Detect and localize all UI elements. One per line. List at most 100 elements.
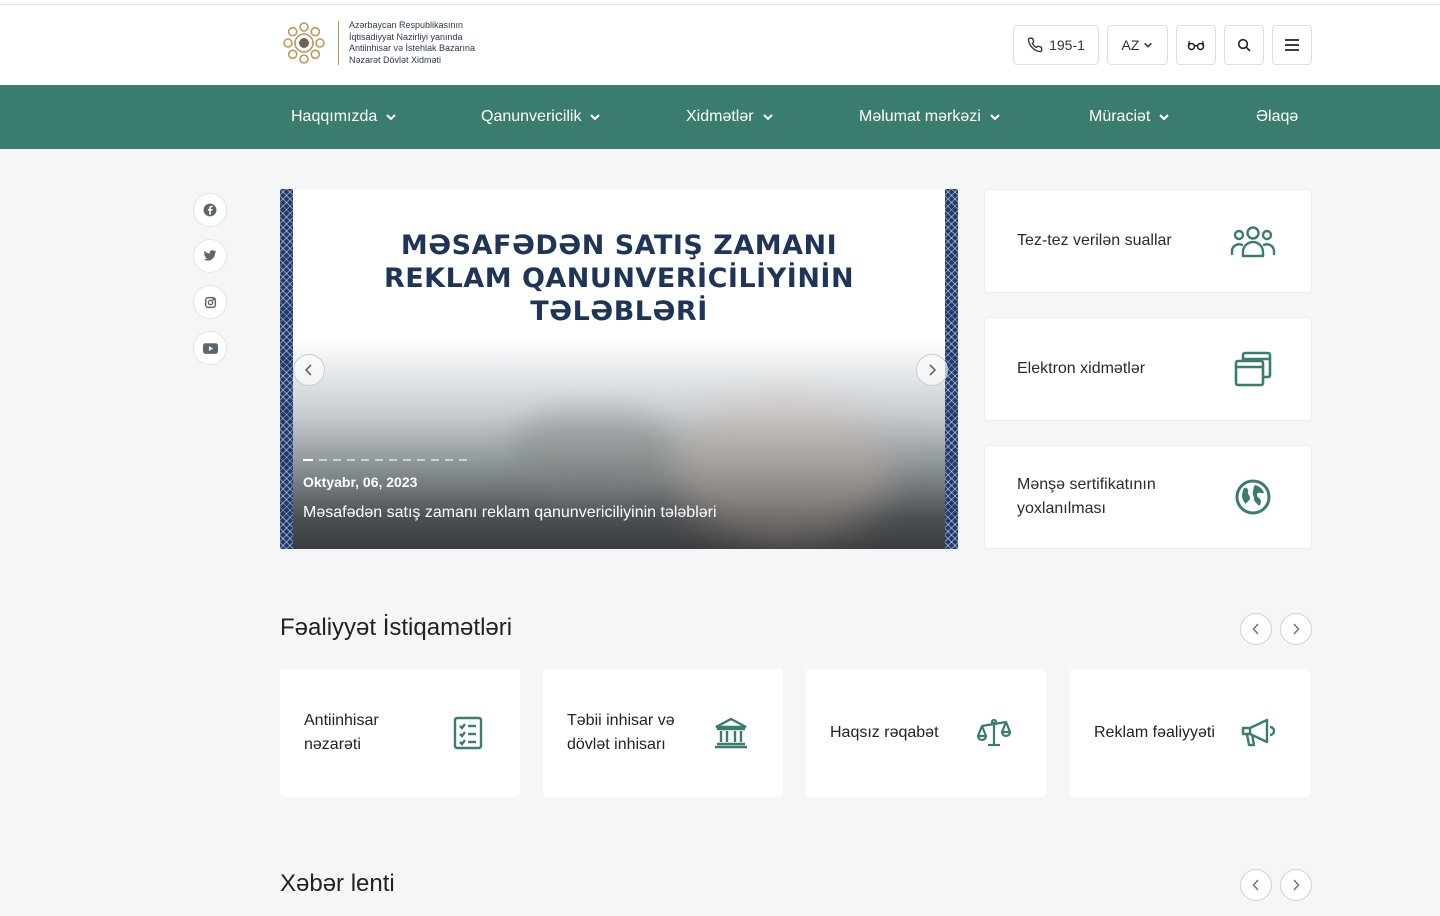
slider-dot[interactable] [403, 459, 411, 461]
chevron-left-icon [304, 364, 312, 376]
quick-link-label: Elektron xidmətlər [1017, 360, 1146, 377]
globe-icon [1235, 479, 1271, 515]
nav-item-label: Müraciət [1089, 108, 1151, 125]
language-code: AZ [1121, 37, 1140, 53]
activities-prev-button[interactable] [1240, 613, 1272, 645]
chevron-right-icon [1293, 879, 1300, 891]
checklist-icon [453, 716, 483, 750]
chevron-down-icon [762, 114, 773, 121]
slider-pagination [303, 459, 467, 461]
slide-title-line: REKLAM QANUNVERİCİLİYİNİN [383, 263, 855, 294]
nav-item-label: Qanunvericilik [481, 108, 582, 125]
activity-card-natural-monopoly[interactable]: Təbii inhisar və dövlət inhisarı [543, 669, 783, 797]
slider-dot[interactable] [347, 459, 355, 461]
slide-caption[interactable]: Məsafədən satış zamanı reklam qanunveric… [303, 504, 717, 522]
news-prev-button[interactable] [1240, 869, 1272, 901]
activity-label: Antiinhisar nəzarəti [304, 712, 379, 753]
hamburger-menu-icon [1285, 39, 1299, 51]
slider-dot[interactable] [303, 459, 313, 461]
chevron-down-icon [1159, 114, 1170, 121]
ornament-border-left [280, 189, 293, 549]
quick-link-certificate-check[interactable]: Mənşə sertifikatının yoxlanılması [984, 445, 1312, 549]
chevron-right-icon [1293, 623, 1300, 635]
slider-dot[interactable] [361, 459, 369, 461]
activity-card-antimonopoly[interactable]: Antiinhisar nəzarəti [280, 669, 520, 797]
chevron-down-icon [590, 114, 601, 121]
chevron-down-icon [386, 114, 396, 121]
nav-item-label: Məlumat mərkəzi [859, 108, 981, 125]
slider-dot[interactable] [417, 459, 425, 461]
hotline-button[interactable]: 195-1 [1013, 25, 1099, 65]
nav-item-label: Əlaqə [1256, 108, 1299, 125]
nav-item-muraciet[interactable]: Müraciət [1089, 85, 1170, 149]
facebook-link[interactable] [193, 193, 227, 227]
activity-card-advertising[interactable]: Reklam fəaliyyəti [1070, 669, 1310, 797]
slide-title: MƏSAFƏDƏN SATIŞ ZAMANI REKLAM QANUNVERİC… [293, 229, 945, 328]
search-button[interactable] [1224, 25, 1264, 65]
logo-text: Azərbaycan Respublikasının İqtisadiyyat … [349, 20, 499, 66]
activity-label: Haqsız rəqabət [830, 724, 939, 741]
youtube-icon [202, 342, 218, 354]
quick-link-label: Mənşə sertifikatının yoxlanılması [1017, 476, 1156, 517]
news-title: Xəbər lenti [280, 870, 395, 897]
quick-link-faq[interactable]: Tez-tez verilən suallar [984, 189, 1312, 293]
logo-line: İqtisadiyyat Nazirliyi yanında [349, 31, 463, 42]
search-icon [1237, 38, 1251, 52]
slider-prev-button[interactable] [293, 354, 325, 386]
slider-dot[interactable] [389, 459, 397, 461]
state-emblem-logo [283, 22, 325, 64]
facebook-icon [203, 203, 217, 217]
youtube-link[interactable] [193, 331, 227, 365]
slide-date: Oktyabr, 06, 2023 [303, 474, 418, 490]
activities-next-button[interactable] [1280, 613, 1312, 645]
glasses-icon [1187, 41, 1205, 51]
slider-dot[interactable] [459, 459, 467, 461]
photo-shadow [513, 409, 673, 499]
nav-item-qanunvericilik[interactable]: Qanunvericilik [481, 85, 601, 149]
site-logo[interactable]: Azərbaycan Respublikasının İqtisadiyyat … [280, 19, 499, 67]
slider-dot[interactable] [375, 459, 383, 461]
scales-icon [977, 718, 1011, 747]
phone-icon [1027, 37, 1043, 53]
people-group-icon [1230, 226, 1276, 258]
megaphone-icon [1241, 718, 1275, 747]
quick-link-label: Tez-tez verilən suallar [1017, 232, 1172, 249]
slider-dot[interactable] [445, 459, 453, 461]
logo-line: Antiinhisar və İstehlak Bazarına [349, 43, 476, 53]
news-slider[interactable]: MƏSAFƏDƏN SATIŞ ZAMANI REKLAM QANUNVERİC… [280, 189, 958, 549]
site-header: Azərbaycan Respublikasının İqtisadiyyat … [0, 5, 1440, 85]
news-next-button[interactable] [1280, 869, 1312, 901]
chevron-left-icon [1252, 623, 1259, 635]
activities-title: Fəaliyyət İstiqamətləri [280, 614, 513, 641]
twitter-icon [203, 250, 217, 261]
twitter-link[interactable] [193, 239, 227, 273]
quick-link-e-services[interactable]: Elektron xidmətlər [984, 317, 1312, 421]
slide-title-line: MƏSAFƏDƏN SATIŞ ZAMANI [400, 230, 838, 261]
slider-dot[interactable] [319, 459, 327, 461]
chevron-left-icon [1252, 879, 1259, 891]
logo-divider [338, 21, 339, 65]
nav-item-xidmetler[interactable]: Xidmətlər [686, 85, 774, 149]
activity-card-unfair-competition[interactable]: Haqsız rəqabət [806, 669, 1046, 797]
activity-label: Təbii inhisar və dövlət inhisarı [567, 712, 675, 753]
nav-item-elaqe[interactable]: Əlaqə [1256, 85, 1298, 149]
logo-line: Nəzarət Dövlət Xidməti [349, 54, 442, 65]
hotline-number: 195-1 [1049, 37, 1085, 53]
windows-icon [1234, 351, 1272, 387]
menu-button[interactable] [1272, 25, 1312, 65]
logo-line: Azərbaycan Respublikasının [349, 20, 464, 30]
slide-title-line: TƏLƏBLƏRİ [530, 296, 708, 327]
slider-dot[interactable] [431, 459, 439, 461]
activity-label: Reklam fəaliyyəti [1094, 724, 1215, 741]
slider-dot[interactable] [333, 459, 341, 461]
nav-item-label: Haqqımızda [291, 108, 378, 125]
language-selector[interactable]: AZ [1107, 25, 1168, 65]
nav-item-haqqimizda[interactable]: Haqqımızda [291, 85, 397, 149]
accessibility-button[interactable] [1176, 25, 1216, 65]
chevron-down-icon [1144, 42, 1153, 48]
nav-item-label: Xidmətlər [686, 108, 754, 125]
government-building-icon [715, 717, 747, 749]
slider-next-button[interactable] [916, 354, 948, 386]
instagram-link[interactable] [193, 285, 227, 319]
nav-item-melumat-merkezi[interactable]: Məlumat mərkəzi [859, 85, 1001, 149]
